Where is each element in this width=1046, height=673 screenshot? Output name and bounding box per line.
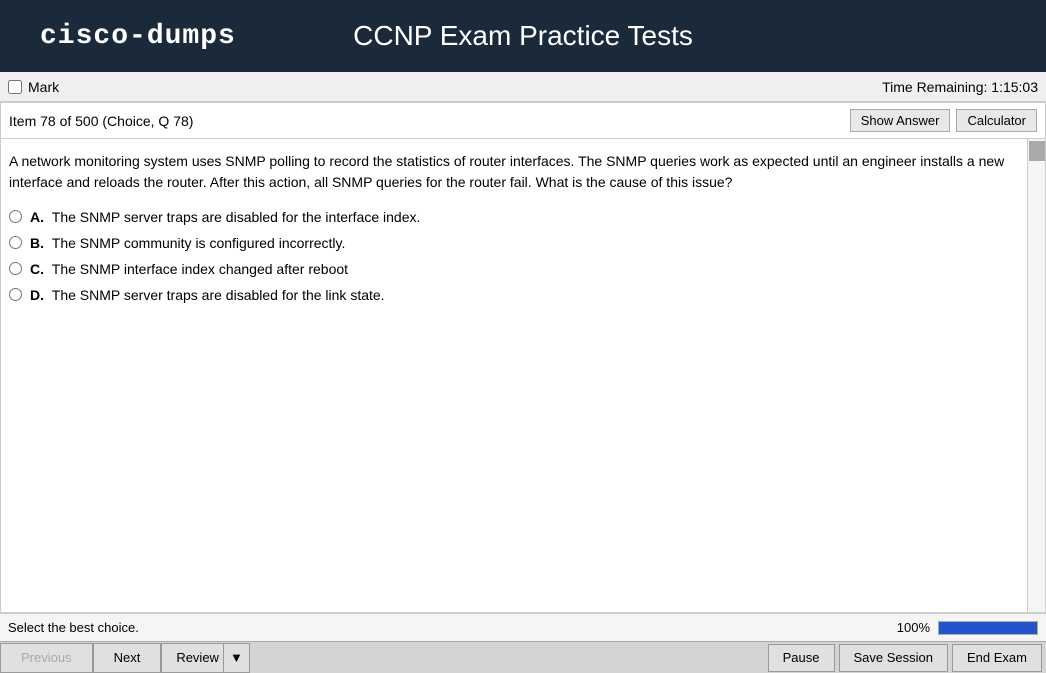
option-radio-d[interactable] (9, 288, 22, 301)
end-exam-button[interactable]: End Exam (952, 644, 1042, 672)
main-content: Item 78 of 500 (Choice, Q 78) Show Answe… (0, 102, 1046, 613)
progress-area: 100% (897, 620, 1038, 635)
nav-left: Previous Next Review ▼ (0, 643, 250, 673)
progress-percent: 100% (897, 620, 930, 635)
review-label: Review (176, 650, 219, 665)
question-text: A network monitoring system uses SNMP po… (9, 151, 1019, 193)
show-answer-button[interactable]: Show Answer (850, 109, 951, 132)
logo: cisco-dumps (40, 21, 236, 52)
progress-bar (938, 621, 1038, 635)
list-item: B. The SNMP community is configured inco… (9, 235, 1019, 251)
question-buttons: Show Answer Calculator (850, 109, 1037, 132)
time-value: 1:15:03 (991, 79, 1038, 95)
progress-fill (939, 622, 1037, 634)
nav-right: Pause Save Session End Exam (768, 644, 1046, 672)
bottom-nav: Previous Next Review ▼ Pause Save Sessio… (0, 641, 1046, 673)
option-radio-c[interactable] (9, 262, 22, 275)
mark-label: Mark (28, 79, 59, 95)
save-session-button[interactable]: Save Session (839, 644, 949, 672)
scrollbar[interactable] (1027, 139, 1045, 613)
option-label-a[interactable]: A. The SNMP server traps are disabled fo… (30, 209, 420, 225)
time-remaining: Time Remaining: 1:15:03 (882, 79, 1038, 95)
app-header: cisco-dumps CCNP Exam Practice Tests (0, 0, 1046, 72)
list-item: C. The SNMP interface index changed afte… (9, 261, 1019, 277)
mark-area: Mark (8, 79, 59, 95)
status-instruction: Select the best choice. (8, 620, 139, 635)
pause-button[interactable]: Pause (768, 644, 835, 672)
next-button[interactable]: Next (93, 643, 162, 673)
question-info: Item 78 of 500 (Choice, Q 78) (9, 113, 193, 129)
toolbar: Mark Time Remaining: 1:15:03 (0, 72, 1046, 102)
list-item: D. The SNMP server traps are disabled fo… (9, 287, 1019, 303)
option-label-d[interactable]: D. The SNMP server traps are disabled fo… (30, 287, 385, 303)
question-header: Item 78 of 500 (Choice, Q 78) Show Answe… (1, 103, 1045, 139)
app-title: CCNP Exam Practice Tests (353, 20, 693, 52)
option-label-b[interactable]: B. The SNMP community is configured inco… (30, 235, 345, 251)
review-button[interactable]: Review ▼ (161, 643, 250, 673)
review-dropdown-arrow[interactable]: ▼ (223, 644, 249, 672)
statusbar: Select the best choice. 100% (0, 613, 1046, 641)
time-label: Time Remaining: (882, 79, 987, 95)
question-body: A network monitoring system uses SNMP po… (1, 139, 1045, 612)
option-label-c[interactable]: C. The SNMP interface index changed afte… (30, 261, 348, 277)
option-radio-a[interactable] (9, 210, 22, 223)
option-radio-b[interactable] (9, 236, 22, 249)
list-item: A. The SNMP server traps are disabled fo… (9, 209, 1019, 225)
options-list: A. The SNMP server traps are disabled fo… (9, 209, 1019, 303)
previous-button[interactable]: Previous (0, 643, 93, 673)
calculator-button[interactable]: Calculator (956, 109, 1037, 132)
mark-checkbox[interactable] (8, 80, 22, 94)
scroll-thumb (1029, 141, 1045, 161)
